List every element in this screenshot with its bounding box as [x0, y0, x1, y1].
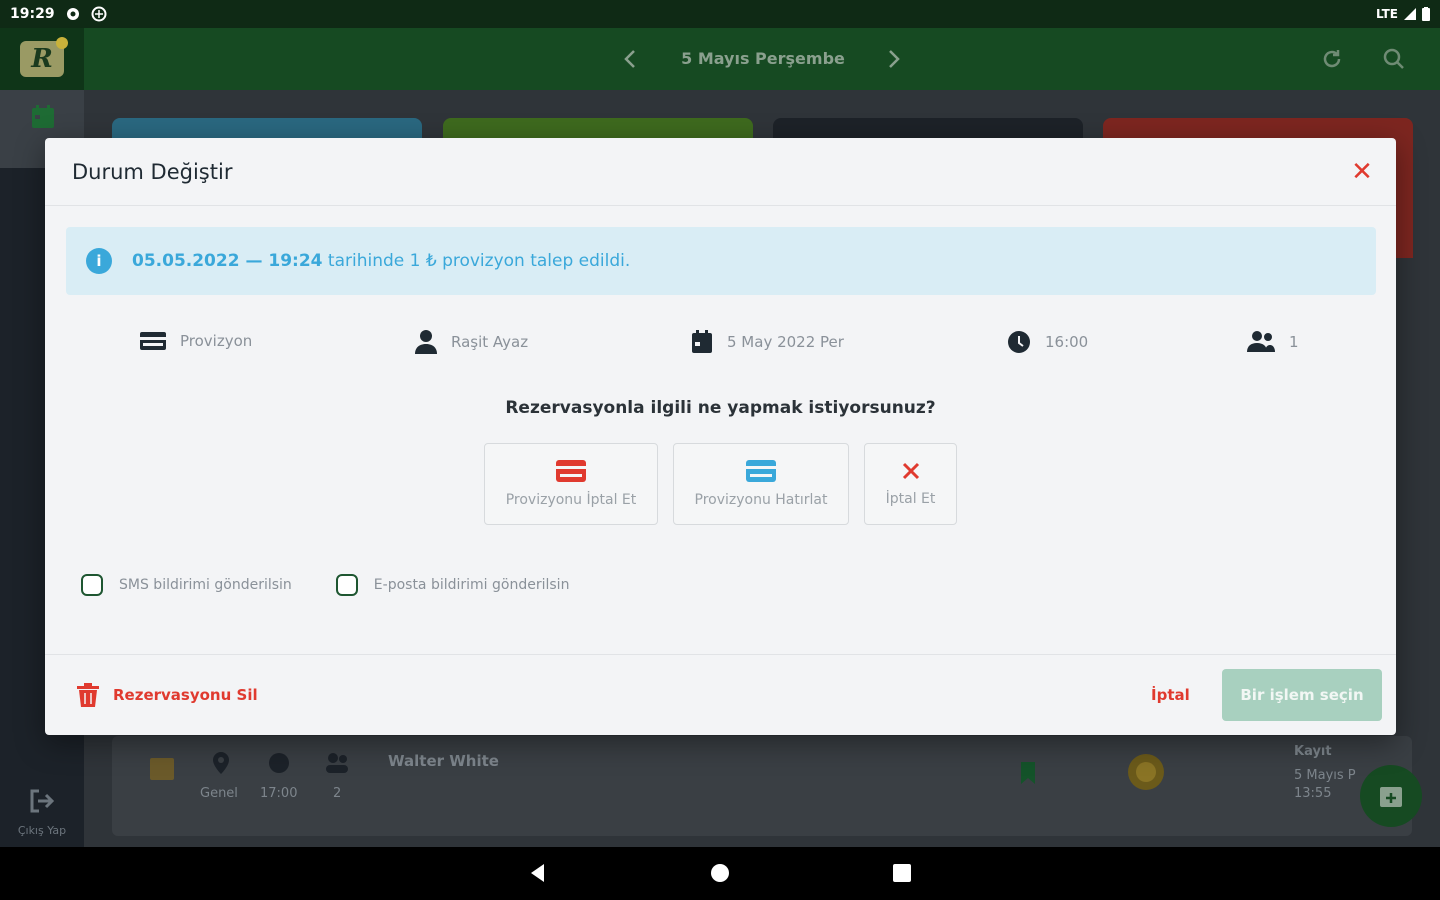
row-guests: 2 — [333, 786, 342, 801]
clock-icon — [1008, 331, 1030, 353]
settings-icon — [66, 8, 79, 20]
sms-checkbox-box[interactable] — [81, 574, 103, 596]
dialog-footer: Rezervasyonu Sil İptal Bir işlem seçin — [45, 654, 1396, 735]
info-person-label: Raşit Ayaz — [451, 333, 529, 351]
signal-icon — [1404, 8, 1416, 20]
info-date-label: 5 May 2022 Per — [727, 333, 844, 351]
remind-provision-label: Provizyonu Hatırlat — [694, 492, 828, 508]
delete-reservation-label: Rezervasyonu Sil — [113, 686, 258, 704]
previous-day-button[interactable] — [618, 46, 644, 72]
cancel-provision-label: Provizyonu İptal Et — [505, 492, 637, 508]
calendar-add-icon — [1380, 787, 1402, 807]
calendar-icon — [692, 330, 712, 353]
calendar-icon — [32, 105, 54, 128]
alert-datetime: 05.05.2022 — 19:24 — [132, 251, 323, 271]
info-type-label: Provizyon — [180, 332, 253, 350]
app-bar: R 5 Mayıs Perşembe — [0, 28, 1440, 90]
info-time: 16:00 — [1007, 330, 1088, 354]
info-guests: 1 — [1247, 330, 1299, 354]
cancel-reservation-label: İptal Et — [885, 491, 936, 507]
notification-options: SMS bildirimi gönderilsin E-posta bildir… — [81, 574, 613, 596]
provision-alert: i 05.05.2022 — 19:24 tarihinde 1 ₺ provi… — [66, 227, 1376, 295]
next-day-button[interactable] — [880, 46, 906, 72]
cancel-provision-button[interactable]: Provizyonu İptal Et — [484, 443, 658, 525]
new-reservation-button[interactable] — [1360, 765, 1422, 827]
calendar-icon — [150, 758, 174, 780]
email-checkbox-label: E-posta bildirimi gönderilsin — [373, 577, 570, 593]
logo-letter: R — [31, 44, 53, 74]
info-icon: i — [86, 248, 112, 274]
sms-notification-checkbox[interactable]: SMS bildirimi gönderilsin — [81, 574, 292, 596]
email-notification-checkbox[interactable]: E-posta bildirimi gönderilsin — [335, 574, 570, 596]
cancel-reservation-button[interactable]: İptal Et — [864, 443, 957, 525]
sms-checkbox-label: SMS bildirimi gönderilsin — [119, 577, 292, 593]
logout-button[interactable]: Çıkış Yap — [0, 787, 84, 837]
close-icon — [902, 462, 919, 480]
credit-card-icon — [746, 460, 776, 482]
reservation-info: Provizyon Raşit Ayaz 5 May 2022 Per 16:0… — [45, 330, 1396, 364]
delete-reservation-button[interactable]: Rezervasyonu Sil — [77, 683, 258, 707]
bookmark-icon — [1021, 762, 1035, 784]
refresh-icon[interactable] — [1318, 45, 1346, 73]
person-icon — [415, 330, 437, 354]
search-icon[interactable] — [1380, 45, 1408, 73]
date-title[interactable]: 5 Mayıs Perşembe — [670, 28, 856, 90]
close-icon[interactable]: ✕ — [1350, 159, 1374, 185]
status-time: 19:29 — [10, 6, 55, 22]
row-time: 17:00 — [260, 786, 298, 801]
remind-provision-button[interactable]: Provizyonu Hatırlat — [673, 443, 849, 525]
battery-icon — [1422, 7, 1430, 21]
app-logo[interactable]: R — [0, 28, 84, 90]
dialog-title: Durum Değiştir — [72, 160, 233, 184]
status-bar: 19:29 LTE — [0, 0, 1440, 28]
credit-card-icon — [140, 332, 166, 350]
status-change-dialog: Durum Değiştir ✕ i 05.05.2022 — 19:24 ta… — [45, 138, 1396, 735]
row-place: Genel — [200, 786, 238, 801]
credit-card-icon — [556, 460, 586, 482]
row-record-date: 5 Mayıs P — [1294, 768, 1356, 783]
action-question: Rezervasyonla ilgili ne yapmak istiyorsu… — [505, 398, 936, 418]
logout-icon — [30, 789, 55, 813]
badge-icon — [1128, 754, 1164, 790]
row-name: Walter White — [388, 752, 499, 770]
reservation-row[interactable]: Genel 17:00 2 Walter White Kayıt 5 Mayıs… — [112, 736, 1412, 836]
info-type: Provizyon — [140, 330, 252, 352]
trash-icon — [77, 683, 99, 707]
dialog-cancel-button[interactable]: İptal — [1151, 686, 1190, 704]
network-type: LTE — [1375, 7, 1398, 21]
alert-message: tarihinde 1 ₺ provizyon talep edildi. — [327, 251, 631, 271]
row-record-label: Kayıt — [1294, 744, 1332, 759]
clock-icon — [269, 753, 289, 773]
data-saver-icon — [91, 6, 107, 22]
email-checkbox-box[interactable] — [335, 574, 358, 596]
info-time-label: 16:00 — [1045, 333, 1089, 351]
people-icon — [326, 753, 348, 773]
home-nav-icon[interactable] — [708, 861, 732, 885]
row-record-time: 13:55 — [1294, 786, 1332, 801]
back-nav-icon[interactable] — [526, 861, 550, 885]
people-icon — [1247, 331, 1275, 352]
system-nav-bar — [0, 847, 1440, 900]
info-date: 5 May 2022 Per — [691, 330, 844, 354]
info-guests-label: 1 — [1289, 333, 1299, 351]
recents-nav-icon[interactable] — [890, 861, 914, 885]
select-action-button[interactable]: Bir işlem seçin — [1222, 669, 1382, 721]
info-person: Raşit Ayaz — [415, 330, 528, 354]
location-pin-icon — [213, 752, 229, 774]
logout-label: Çıkış Yap — [17, 824, 67, 837]
dialog-header: Durum Değiştir ✕ — [45, 138, 1396, 206]
